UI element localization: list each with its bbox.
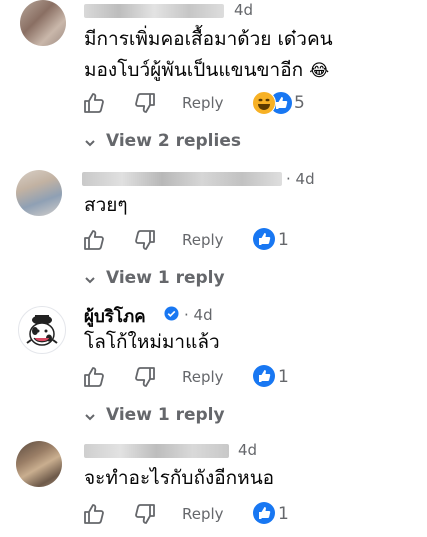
view-replies-link[interactable]: View 2 replies bbox=[106, 131, 241, 151]
view-replies-link[interactable]: View 1 reply bbox=[106, 268, 225, 288]
dislike-outline-icon[interactable] bbox=[133, 91, 157, 115]
comment-text-line: มองโบว์ผู้พันเป็นแขนขาอีก bbox=[84, 59, 304, 81]
view-replies-link[interactable]: View 1 reply bbox=[106, 405, 225, 425]
comment-text: มีการเพิ่มคอเสื้อมาด้วย เด๋วคน มองโบว์ผู… bbox=[84, 24, 419, 87]
laughing-emoji: 😂 bbox=[309, 61, 330, 81]
avatar[interactable] bbox=[16, 170, 62, 216]
comment-time[interactable]: 4d bbox=[234, 1, 253, 19]
haha-icon bbox=[252, 91, 276, 115]
chevron-down-icon bbox=[85, 277, 95, 284]
reaction-count: 1 bbox=[278, 367, 289, 387]
like-outline-icon[interactable] bbox=[82, 91, 106, 115]
reply-button[interactable]: Reply bbox=[182, 231, 224, 249]
dislike-outline-icon[interactable] bbox=[133, 502, 157, 526]
reply-button[interactable]: Reply bbox=[182, 505, 224, 523]
comment-text-line: มีการเพิ่มคอเสื้อมาด้วย เด๋วคน bbox=[84, 28, 333, 50]
like-icon bbox=[253, 502, 275, 524]
chevron-down-icon bbox=[85, 414, 95, 421]
reaction-count: 1 bbox=[278, 504, 289, 524]
comment-text: โลโก้ใหม่มาแล้ว bbox=[84, 331, 220, 353]
reaction-count: 5 bbox=[294, 93, 305, 113]
chevron-down-icon bbox=[85, 140, 95, 147]
comment-time[interactable]: 4d bbox=[238, 441, 257, 459]
avatar[interactable] bbox=[18, 306, 66, 354]
avatar[interactable] bbox=[20, 0, 66, 46]
like-outline-icon[interactable] bbox=[82, 228, 106, 252]
avatar[interactable] bbox=[16, 441, 62, 487]
verified-badge-icon bbox=[164, 306, 179, 321]
comment-time[interactable]: · 4d bbox=[286, 170, 315, 188]
comment-time[interactable]: · 4d bbox=[184, 306, 213, 324]
reply-button[interactable]: Reply bbox=[182, 368, 224, 386]
reaction-count: 1 bbox=[278, 230, 289, 250]
like-outline-icon[interactable] bbox=[82, 502, 106, 526]
comment-text: สวยๆ bbox=[84, 194, 128, 216]
author-name-blurred[interactable] bbox=[84, 4, 224, 18]
dislike-outline-icon[interactable] bbox=[133, 365, 157, 389]
author-name-blurred[interactable] bbox=[84, 444, 229, 458]
dislike-outline-icon[interactable] bbox=[133, 228, 157, 252]
like-icon bbox=[253, 228, 275, 250]
author-name[interactable]: ผู้บริโภค bbox=[84, 303, 146, 330]
like-icon bbox=[253, 365, 275, 387]
comment-text: จะทำอะไรกับถังอีกหนอ bbox=[84, 467, 275, 489]
author-name-blurred[interactable] bbox=[82, 172, 282, 186]
like-outline-icon[interactable] bbox=[82, 365, 106, 389]
cow-logo-icon bbox=[26, 315, 58, 346]
reply-button[interactable]: Reply bbox=[182, 94, 224, 112]
